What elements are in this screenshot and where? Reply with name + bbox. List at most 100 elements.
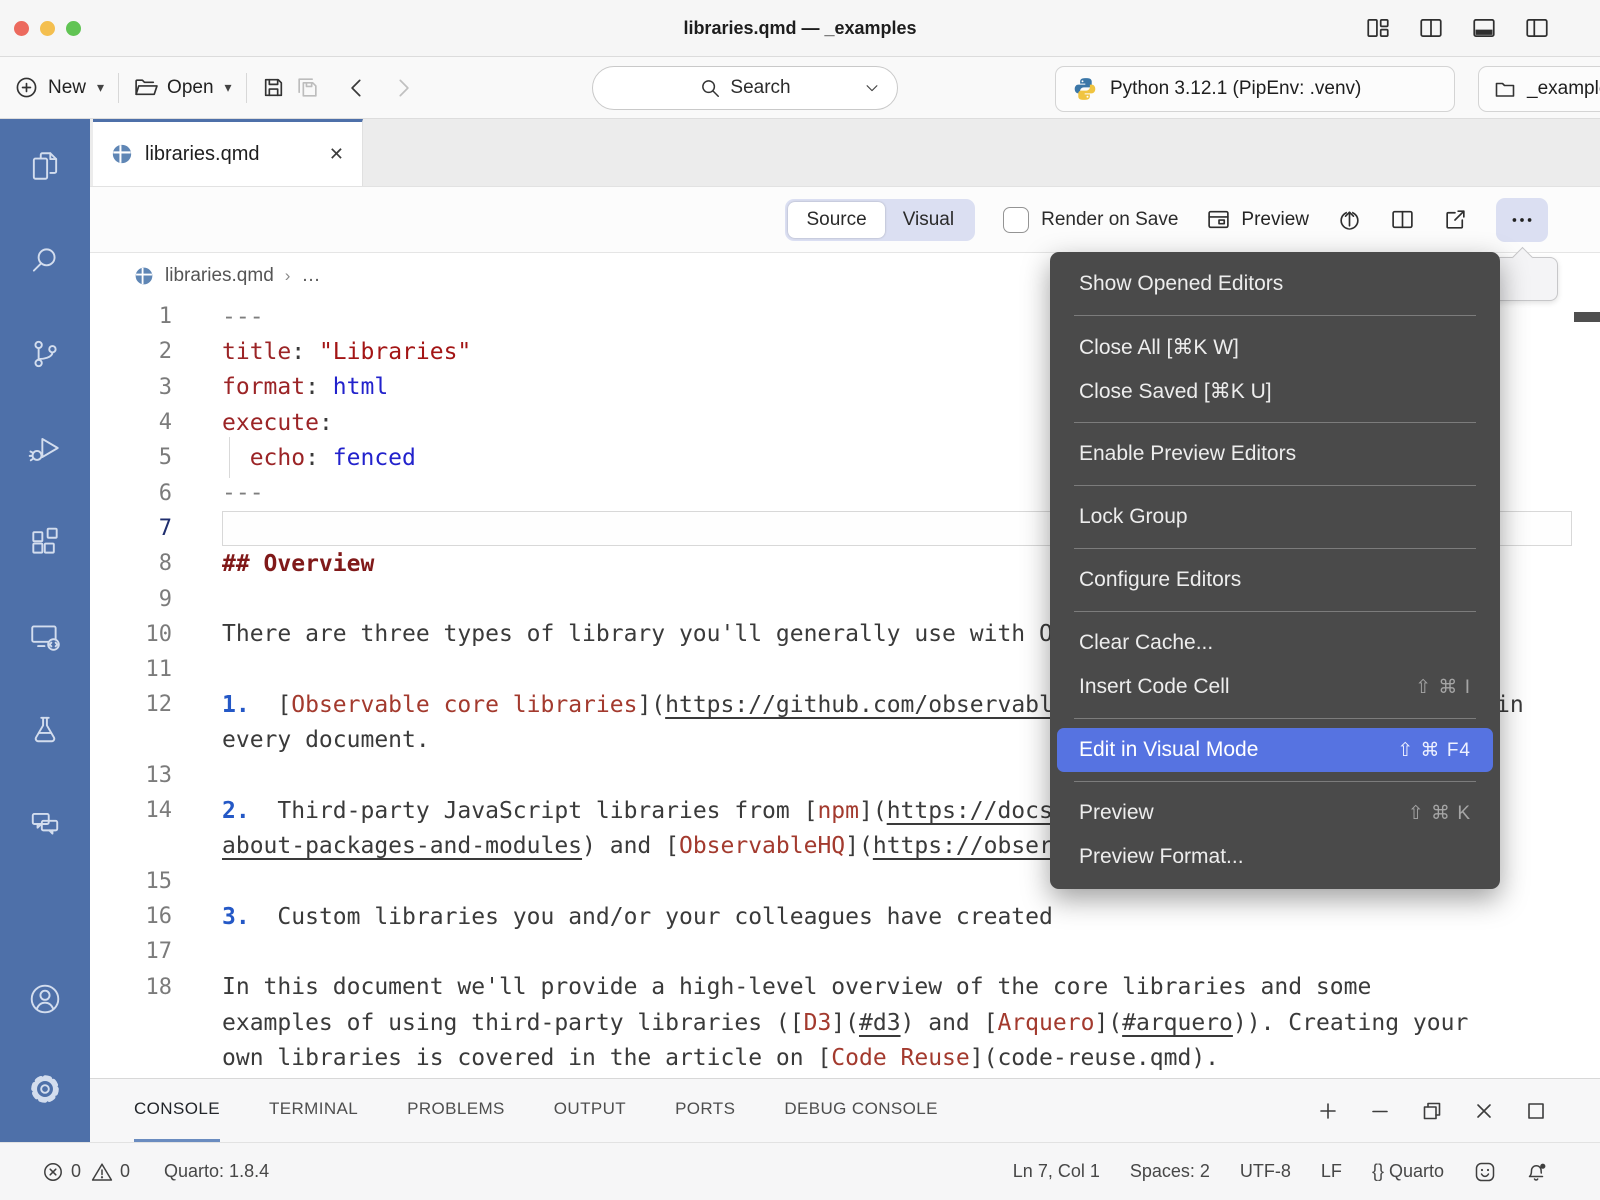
extensions-icon[interactable] [28,525,62,559]
status-item[interactable]: UTF-8 [1240,1161,1291,1182]
files-icon[interactable] [28,149,62,183]
menu-item[interactable]: Close All [⌘K W] [1057,325,1493,369]
split-editor-icon[interactable] [1418,15,1444,41]
panel-tab-console[interactable]: CONSOLE [134,1079,220,1142]
main-toolbar: New ▾ Open ▾ Search Python 3.12.1 (PipEn… [0,57,1600,119]
line-number: 7 [90,516,222,541]
panel-tab-debug-console[interactable]: DEBUG CONSOLE [784,1079,938,1142]
layout-custom-icon[interactable] [1365,15,1391,41]
publish-icon[interactable] [1337,207,1362,232]
split-editor-icon[interactable] [1390,207,1415,232]
code-line-18-wrap[interactable]: examples of using third-party libraries … [90,1005,1600,1040]
remote-explorer-icon[interactable] [28,619,62,653]
status-item[interactable]: Ln 7, Col 1 [1013,1161,1100,1182]
new-button[interactable]: New [48,77,86,99]
code-line-18-wrap[interactable]: own libraries is covered in the article … [90,1040,1600,1075]
code-line-17[interactable]: 17 [90,934,1600,969]
status-item[interactable]: Spaces: 2 [1130,1161,1210,1182]
feedback-smiley-icon [1474,1161,1496,1183]
breadcrumb-more[interactable]: … [301,265,320,287]
preview-button[interactable]: Preview [1206,207,1309,232]
menu-item[interactable]: Preview Format... [1057,835,1493,879]
line-number: 12 [90,692,222,717]
menu-separator [1074,611,1476,612]
testing-icon[interactable] [28,713,62,747]
navigate-back-icon[interactable] [344,75,370,101]
more-actions-button[interactable] [1496,198,1548,242]
menu-separator [1074,548,1476,549]
project-selector[interactable]: _examples [1478,66,1600,112]
scrollbar-thumb[interactable] [1574,312,1600,322]
panel-tab-terminal[interactable]: TERMINAL [269,1079,358,1142]
menu-item[interactable]: Enable Preview Editors [1057,432,1493,476]
breadcrumb-file[interactable]: libraries.qmd [165,265,274,287]
warning-triangle-icon [91,1161,113,1183]
minimize-window-button[interactable] [40,21,55,36]
menu-separator [1074,781,1476,782]
status-item-bell-dot[interactable] [1526,1161,1548,1183]
interpreter-label: Python 3.12.1 (PipEnv: .venv) [1110,78,1361,100]
tab-close-icon[interactable]: ✕ [329,144,344,165]
save-icon[interactable] [261,75,286,100]
plus-icon[interactable] [1316,1099,1340,1123]
open-button[interactable]: Open [167,77,213,99]
source-visual-toggle: Source Visual [785,199,975,241]
search-icon[interactable] [28,243,62,277]
panel-tab-output[interactable]: OUTPUT [554,1079,626,1142]
render-on-save-checkbox[interactable] [1003,207,1029,233]
panel-tab-problems[interactable]: PROBLEMS [407,1079,505,1142]
menu-item[interactable]: Preview⇧ ⌘ K [1057,791,1493,835]
open-folder-icon [133,75,158,100]
visual-mode-button[interactable]: Visual [885,202,972,238]
menu-item[interactable]: Show Opened Editors [1057,262,1493,306]
status-item-feedback-smiley[interactable] [1474,1161,1496,1183]
status-item[interactable]: {} Quarto [1372,1161,1444,1182]
code-line-18[interactable]: 18In this document we'll provide a high-… [90,970,1600,1005]
menu-item[interactable]: Edit in Visual Mode⇧ ⌘ F4 [1057,728,1493,772]
secondary-sidebar-icon[interactable] [1524,15,1550,41]
line-number: 16 [90,904,222,929]
menu-item[interactable]: Close Saved [⌘K U] [1057,369,1493,413]
new-dropdown-caret[interactable]: ▾ [97,79,104,96]
status-item-error-circle[interactable]: 0 [42,1161,81,1183]
line-number: 8 [90,551,222,576]
panel-bottom-icon[interactable] [1471,15,1497,41]
interpreter-selector[interactable]: Python 3.12.1 (PipEnv: .venv) [1055,66,1455,112]
menu-item[interactable]: Clear Cache... [1057,621,1493,665]
status-bar: 00 Quarto: 1.8.4 Ln 7, Col 1 Spaces: 2 UTF-… [0,1142,1600,1200]
restore-icon[interactable] [1420,1099,1444,1123]
search-input[interactable]: Search [592,66,898,110]
panel-tab-ports[interactable]: PORTS [675,1079,735,1142]
close-icon[interactable] [1472,1099,1496,1123]
search-dropdown-icon[interactable] [863,79,881,97]
menu-item[interactable]: Insert Code Cell⇧ ⌘ I [1057,665,1493,709]
project-label: _examples [1527,78,1600,100]
source-control-icon[interactable] [28,337,62,371]
indent-guide [229,437,230,478]
maximize-icon[interactable] [1524,1099,1548,1123]
zoom-window-button[interactable] [66,21,81,36]
minimize-icon[interactable] [1368,1099,1392,1123]
line-number: 3 [90,375,222,400]
code-line-16[interactable]: 163. Custom libraries you and/or your co… [90,899,1600,934]
open-external-icon[interactable] [1443,207,1468,232]
status-item-warning-triangle[interactable]: 0 [91,1161,130,1183]
source-mode-button[interactable]: Source [788,202,884,238]
settings-gear-icon[interactable] [28,1072,62,1106]
new-file-icon [14,75,39,100]
title-bar: libraries.qmd — _examples [0,0,1600,57]
tab-label: libraries.qmd [145,143,259,166]
close-window-button[interactable] [14,21,29,36]
quarto-file-icon [111,143,133,165]
menu-item[interactable]: Configure Editors [1057,558,1493,602]
menu-item[interactable]: Lock Group [1057,495,1493,539]
account-icon[interactable] [28,982,62,1016]
editor-actions-menu: Show Opened Editors Close All [⌘K W]Close… [1050,252,1500,889]
tab-libraries-qmd[interactable]: libraries.qmd ✕ [93,119,363,186]
line-number: 17 [90,939,222,964]
status-item[interactable]: LF [1321,1161,1342,1182]
run-debug-icon[interactable] [28,431,62,465]
open-dropdown-caret[interactable]: ▾ [225,79,232,96]
status-item[interactable]: Quarto: 1.8.4 [164,1161,269,1182]
comments-icon[interactable] [28,807,62,841]
